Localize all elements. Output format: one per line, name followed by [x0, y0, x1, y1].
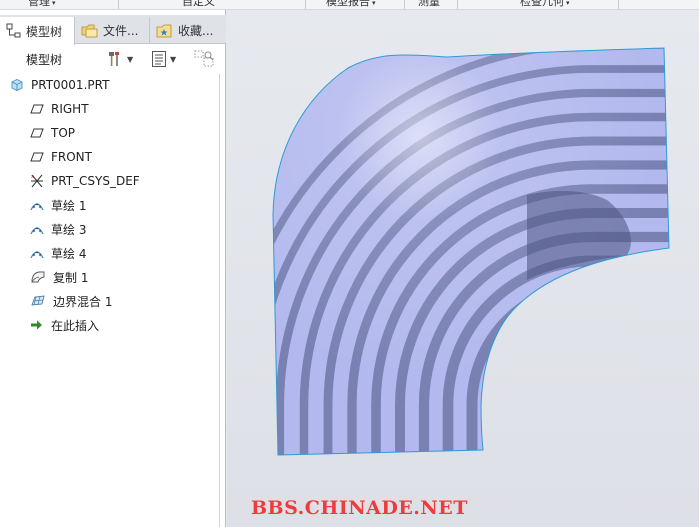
ribbon-menu-measure[interactable]: 测量	[418, 0, 440, 9]
favorites-icon	[156, 24, 172, 37]
ribbon-divider	[404, 0, 405, 9]
tree-item-label: 草绘 1	[51, 198, 87, 213]
folder-icon	[81, 24, 98, 37]
tree-item-label: 复制 1	[53, 270, 89, 285]
ribbon-menu-label: 检查几何	[520, 0, 564, 8]
tree-item-sketch-1[interactable]: 草绘 1	[30, 194, 86, 216]
tree-item-csys[interactable]: x PRT_CSYS_DEF	[30, 170, 140, 192]
model-tree-icon	[6, 23, 21, 38]
chevron-down-icon: ▾	[52, 0, 56, 7]
tab-file-browser[interactable]: 文件...	[75, 17, 150, 44]
tree-item-sketch-4[interactable]: 草绘 4	[30, 242, 86, 264]
ribbon-menu-label: 模型报告	[326, 0, 370, 8]
hammer-settings-icon	[109, 52, 119, 66]
sketch-icon	[30, 251, 44, 259]
tree-show-button[interactable]: ▼	[151, 48, 176, 70]
tree-item-label: 边界混合 1	[53, 294, 113, 309]
tree-item-copy-1[interactable]: 复制 1	[30, 266, 88, 288]
tree-item-front[interactable]: FRONT	[30, 146, 92, 168]
ribbon-divider	[305, 0, 306, 9]
datum-plane-icon	[30, 104, 44, 114]
ribbon-bar: 管理 ▾ 自定义 模型报告 ▾ 测量 检查几何 ▾	[0, 0, 699, 10]
insert-here-arrow-icon	[31, 320, 42, 330]
ribbon-menu-check-geometry[interactable]: 检查几何 ▾	[520, 0, 570, 9]
tree-item-boundary-blend-1[interactable]: 边界混合 1	[30, 290, 112, 312]
ribbon-menu-customize[interactable]: 自定义	[182, 0, 215, 9]
ribbon-divider	[618, 0, 619, 9]
navigator-panel: 模型树 文件... 收藏... 模型树 ▼ ▼ PRT0001.PRT RIGH…	[0, 10, 226, 527]
filter-icon	[194, 50, 214, 67]
tab-label: 文件...	[103, 24, 139, 38]
app-window: 管理 ▾ 自定义 模型报告 ▾ 测量 检查几何 ▾ 模型树 文件... 收藏..…	[0, 0, 699, 527]
tree-item-label: PRT0001.PRT	[31, 78, 110, 92]
chevron-down-icon: ▾	[372, 0, 376, 7]
graphics-viewport[interactable]: BBS.CHINADE.NET	[227, 10, 699, 527]
datum-plane-icon	[30, 128, 44, 138]
boundary-blend-surface[interactable]	[227, 10, 699, 527]
sketch-icon	[30, 227, 44, 235]
sketch-icon	[30, 203, 44, 211]
model-tree-title: 模型树	[26, 53, 63, 67]
tree-item-label: PRT_CSYS_DEF	[51, 174, 140, 188]
tab-model-tree[interactable]: 模型树	[0, 17, 75, 45]
panel-scroll-edge	[219, 74, 220, 527]
forum-watermark: BBS.CHINADE.NET	[251, 497, 468, 519]
datum-plane-icon	[30, 152, 44, 162]
chevron-down-icon: ▼	[127, 54, 134, 64]
navigator-tabs: 模型树 文件... 收藏...	[0, 15, 226, 45]
tree-item-top[interactable]: TOP	[30, 122, 75, 144]
ribbon-menu-label: 管理	[28, 0, 50, 8]
tree-item-label: 草绘 4	[51, 246, 87, 261]
coordinate-system-icon: x	[31, 174, 43, 188]
chevron-down-icon: ▼	[170, 54, 177, 64]
tree-item-label: TOP	[51, 126, 76, 140]
svg-text:x: x	[31, 174, 34, 180]
boundary-blend-icon	[31, 295, 45, 306]
list-show-icon	[152, 51, 166, 67]
ribbon-menu-manage[interactable]: 管理 ▾	[28, 0, 56, 9]
tree-item-label: 在此插入	[51, 318, 100, 333]
ribbon-divider	[457, 0, 458, 9]
tree-settings-button[interactable]: ▼	[106, 48, 133, 70]
chevron-down-icon: ▾	[566, 0, 570, 7]
tree-filter-button[interactable]	[194, 48, 216, 70]
ribbon-divider	[118, 0, 119, 9]
tree-item-insert-here[interactable]: 在此插入	[30, 314, 99, 336]
tree-item-right[interactable]: RIGHT	[30, 98, 89, 120]
tab-label: 收藏...	[178, 24, 214, 38]
part-icon	[11, 78, 23, 92]
tree-item-label: 草绘 3	[51, 222, 87, 237]
tab-label: 模型树	[26, 24, 63, 39]
tree-item-part[interactable]: PRT0001.PRT	[10, 74, 109, 96]
ribbon-menu-model-report[interactable]: 模型报告 ▾	[326, 0, 376, 9]
tree-item-label: RIGHT	[51, 102, 89, 116]
ribbon-menu-label: 自定义	[182, 0, 215, 8]
tree-item-label: FRONT	[51, 150, 92, 164]
tab-favorites[interactable]: 收藏...	[150, 17, 226, 44]
ribbon-menu-label: 测量	[418, 0, 440, 8]
copy-surface-icon	[31, 271, 45, 283]
model-tree-toolbar: 模型树 ▼ ▼	[0, 44, 226, 74]
tree-item-sketch-3[interactable]: 草绘 3	[30, 218, 86, 240]
